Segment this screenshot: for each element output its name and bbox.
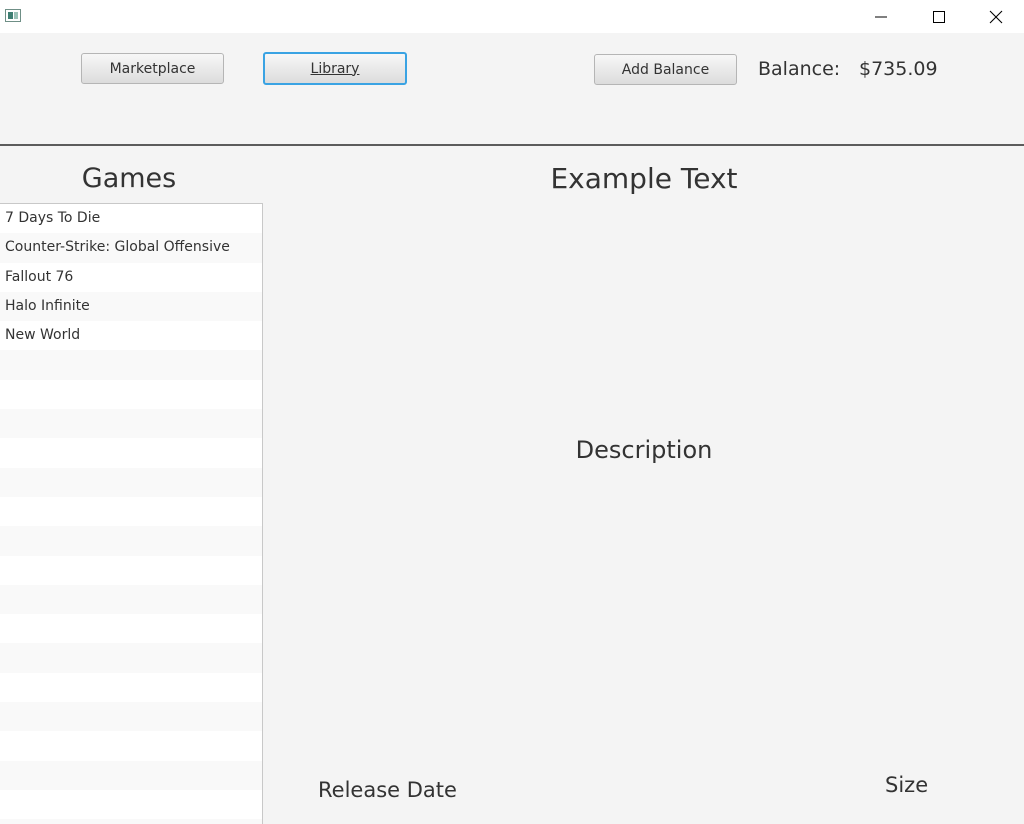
- release-date-label: Release Date: [318, 778, 457, 802]
- maximize-icon: [933, 10, 945, 23]
- minimize-button[interactable]: [852, 0, 910, 33]
- app-icon: [5, 9, 21, 22]
- empty-list-row: [0, 702, 262, 732]
- list-item[interactable]: Fallout 76: [0, 262, 262, 292]
- balance-value: $735.09: [859, 58, 938, 80]
- empty-list-row: [0, 467, 262, 497]
- game-title: Example Text: [550, 162, 738, 195]
- list-item[interactable]: Counter-Strike: Global Offensive: [0, 233, 262, 263]
- add-balance-button[interactable]: Add Balance: [594, 54, 737, 85]
- empty-list-row: [0, 643, 262, 673]
- empty-list-row: [0, 496, 262, 527]
- empty-list-row: [0, 819, 262, 824]
- games-list[interactable]: 7 Days To Die Counter-Strike: Global Off…: [0, 203, 263, 824]
- size-label: Size: [885, 773, 929, 797]
- minimize-icon: [875, 11, 887, 23]
- games-heading: Games: [81, 163, 177, 194]
- empty-list-row: [0, 379, 262, 410]
- maximize-button[interactable]: [910, 0, 968, 33]
- empty-list-row: [0, 584, 262, 615]
- empty-list-row: [0, 438, 262, 468]
- empty-list-row: [0, 789, 262, 820]
- game-description: Description: [575, 436, 713, 464]
- balance-label: Balance:: [758, 58, 841, 80]
- list-item[interactable]: 7 Days To Die: [0, 204, 262, 234]
- empty-list-row: [0, 760, 262, 790]
- empty-list-row: [0, 555, 262, 585]
- library-button[interactable]: Library: [263, 52, 407, 85]
- list-item[interactable]: Halo Infinite: [0, 291, 262, 322]
- close-icon: [989, 10, 1003, 24]
- empty-list-row: [0, 614, 262, 644]
- empty-list-row: [0, 409, 262, 439]
- list-item[interactable]: New World: [0, 321, 262, 351]
- title-bar: [0, 0, 1024, 33]
- empty-list-row: [0, 350, 262, 380]
- empty-list-row: [0, 731, 262, 761]
- marketplace-button[interactable]: Marketplace: [81, 53, 224, 84]
- toolbar-divider: [0, 144, 1024, 146]
- close-button[interactable]: [968, 0, 1024, 33]
- empty-list-row: [0, 672, 262, 703]
- top-toolbar: Marketplace Library Add Balance Balance:…: [0, 33, 1024, 144]
- empty-list-row: [0, 526, 262, 556]
